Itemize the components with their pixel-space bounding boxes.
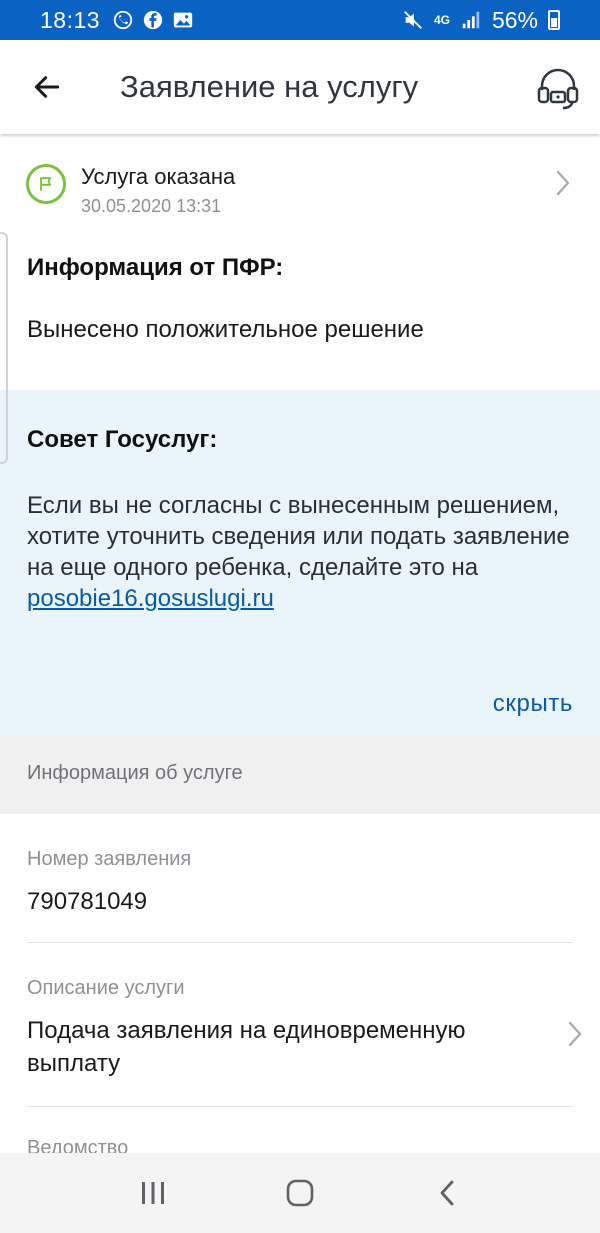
field-service-description[interactable]: Описание услуги Подача заявления на един… — [0, 943, 600, 1106]
pfr-info-block: Информация от ПФР: Вынесено положительно… — [0, 230, 600, 390]
status-time: 18:13 — [40, 6, 101, 33]
field-label: Описание услуги — [27, 977, 185, 999]
advice-link[interactable]: posobie16.gosuslugi.ru — [27, 585, 274, 612]
support-headset-icon[interactable] — [534, 64, 582, 112]
service-status-row[interactable]: Услуга оказана 30.05.2020 13:31 — [0, 134, 600, 230]
status-date: 30.05.2020 13:31 — [81, 196, 222, 216]
hide-advice-button[interactable]: скрыть — [493, 690, 573, 718]
advice-heading: Совет Госуслуг: — [27, 426, 218, 453]
chevron-right-icon — [568, 1021, 582, 1047]
battery-percent: 56% — [491, 6, 538, 33]
network-type: 4G — [433, 13, 450, 27]
back-button[interactable] — [0, 40, 94, 134]
status-right: 4G 56% — [402, 7, 560, 34]
battery-icon — [548, 10, 560, 30]
system-nav-bar — [0, 1153, 600, 1233]
content: Услуга оказана 30.05.2020 13:31 Информац… — [0, 134, 600, 1160]
whatsapp-icon — [113, 10, 133, 30]
field-label: Номер заявления — [27, 848, 192, 870]
side-edge-handle[interactable] — [0, 232, 8, 464]
gallery-icon — [173, 12, 193, 28]
app-bar: Заявление на услугу — [0, 40, 600, 134]
advice-block: Совет Госуслуг: Если вы не согласны с вы… — [0, 390, 600, 736]
signal-icon — [462, 11, 480, 29]
recent-apps-button[interactable] — [123, 1163, 183, 1223]
advice-text-wrap: Если вы не согласны с вынесенным решение… — [27, 490, 573, 614]
status-texts: Услуга оказана 30.05.2020 13:31 — [81, 164, 235, 217]
field-value: 790781049 — [27, 888, 148, 915]
field-value: Подача заявления на единовременную выпла… — [27, 1017, 466, 1077]
status-bar: 18:13 4G 56% — [0, 0, 600, 40]
service-info-heading: Информация об услуге — [0, 736, 600, 814]
status-flag-icon — [26, 164, 66, 204]
page-title: Заявление на услугу — [120, 69, 419, 104]
system-back-button[interactable] — [417, 1163, 477, 1223]
status-title: Услуга оказана — [81, 164, 236, 189]
back-chevron-icon — [440, 1180, 454, 1206]
pfr-text: Вынесено положительное решение — [27, 316, 424, 343]
pfr-heading: Информация от ПФР: — [27, 254, 284, 281]
home-icon — [286, 1179, 314, 1207]
notification-icons — [112, 9, 194, 31]
facebook-icon — [143, 10, 163, 30]
mute-icon — [404, 11, 422, 29]
advice-text: Если вы не согласны с вынесенным решение… — [27, 492, 570, 581]
recent-apps-icon — [142, 1182, 165, 1204]
chevron-right-icon — [556, 170, 570, 196]
field-application-number: Номер заявления 790781049 — [0, 814, 600, 942]
home-button[interactable] — [270, 1163, 330, 1223]
arrow-left-icon — [34, 76, 60, 98]
